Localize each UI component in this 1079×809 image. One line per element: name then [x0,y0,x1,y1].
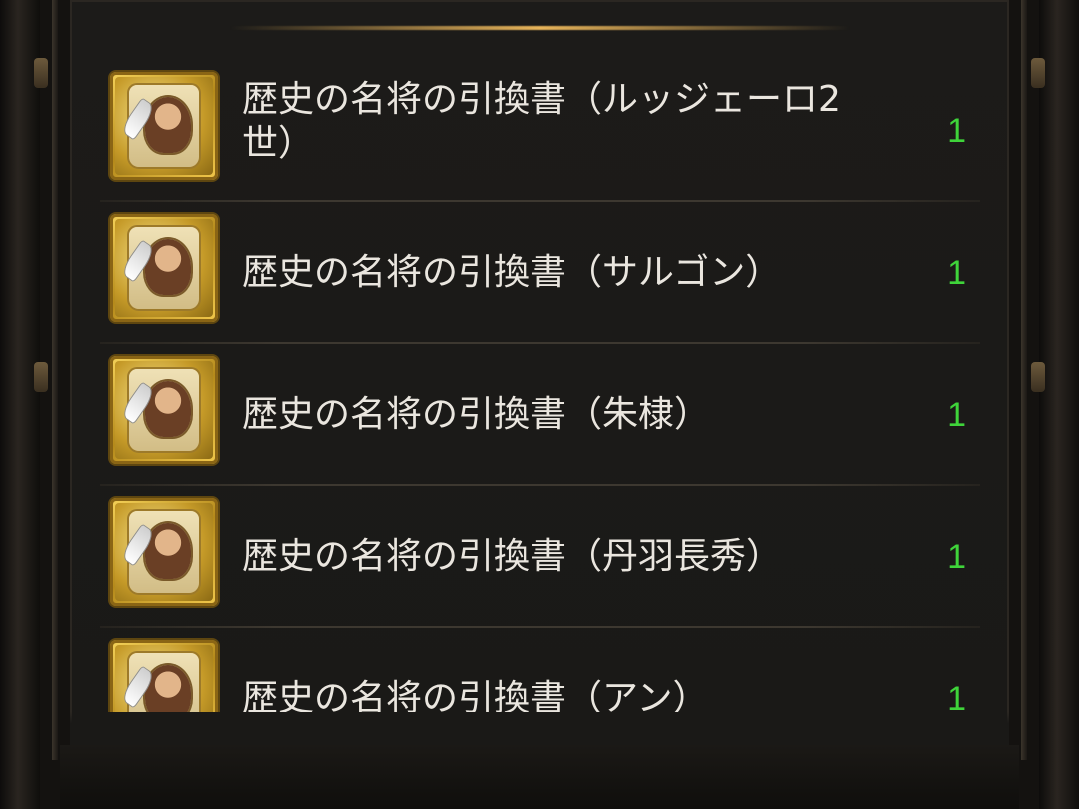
list-item[interactable]: 歴史の名将の引換書（アン） 1 [100,628,980,712]
list-item[interactable]: 歴史の名将の引換書（サルゴン） 1 [100,202,980,344]
gold-divider-line [230,26,850,30]
footer-bar [60,745,1019,809]
item-list[interactable]: 歴史の名将の引換書（ルッジェーロ2世） 1 歴史の名将の引換書（サルゴン） 1 … [100,60,980,712]
item-name: 歴史の名将の引換書（サルゴン） [242,252,782,293]
scroll-portrait-icon [110,498,218,606]
frame-ornament [34,362,48,392]
item-name: 歴史の名将の引換書（アン） [242,678,709,712]
portrait-icon [145,381,191,437]
item-count: 1 [947,538,966,576]
frame-ornament [1031,362,1045,392]
frame-ornament [34,58,48,88]
frame-ornament [1031,58,1045,88]
scroll-portrait-icon [110,640,218,712]
item-name: 歴史の名将の引換書（朱棣） [242,394,711,435]
item-count: 1 [947,254,966,292]
scroll-portrait-icon [110,214,218,322]
item-count: 1 [947,396,966,434]
portrait-icon [145,523,191,579]
scroll-portrait-icon [110,72,218,180]
item-count: 1 [947,112,966,150]
item-name: 歴史の名将の引換書（ルッジェーロ2世） [242,79,841,164]
frame-border-left [0,0,40,809]
portrait-icon [145,239,191,295]
scroll-portrait-icon [110,356,218,464]
frame-border-right [1039,0,1079,809]
portrait-icon [145,665,191,712]
frame-inner-line-left [52,0,58,760]
list-bottom-fade [70,712,1009,745]
item-name: 歴史の名将の引換書（丹羽長秀） [242,536,783,577]
portrait-icon [145,97,191,153]
list-item[interactable]: 歴史の名将の引換書（ルッジェーロ2世） 1 [100,60,980,202]
list-item[interactable]: 歴史の名将の引換書（丹羽長秀） 1 [100,486,980,628]
list-item[interactable]: 歴史の名将の引換書（朱棣） 1 [100,344,980,486]
frame-inner-line-right [1021,0,1027,760]
item-count: 1 [947,680,966,712]
